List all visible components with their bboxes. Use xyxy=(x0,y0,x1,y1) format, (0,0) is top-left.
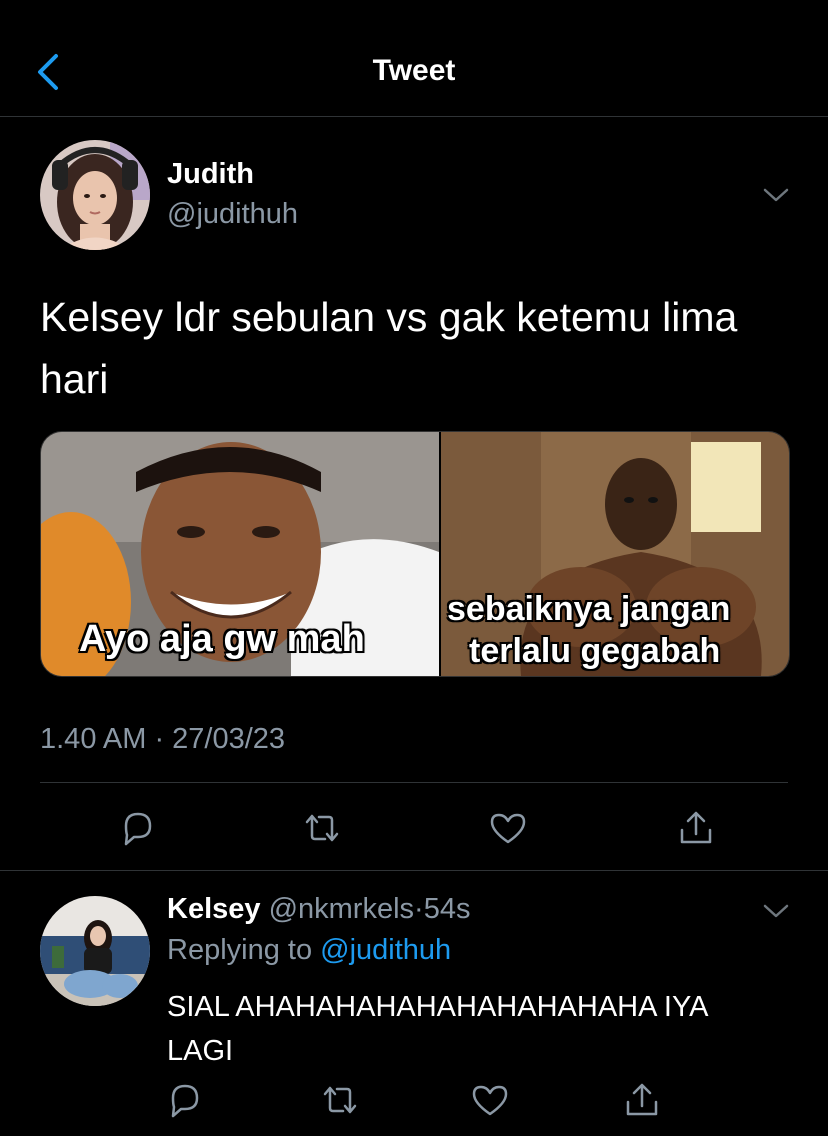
reply-author-handle[interactable]: @nkmrkels xyxy=(269,893,414,925)
retweet-icon xyxy=(305,814,339,842)
replying-to-line: Replying to @judithuh xyxy=(167,934,451,967)
reply-separator: · xyxy=(414,893,424,925)
chevron-down-icon xyxy=(763,904,789,918)
reply-retweet-button[interactable] xyxy=(318,1078,362,1122)
like-icon xyxy=(490,813,526,844)
meme-left-image: Ayo aja gw mah xyxy=(41,432,439,676)
reply-share-button[interactable] xyxy=(620,1078,664,1122)
avatar-kelsey[interactable] xyxy=(40,896,150,1006)
divider xyxy=(40,782,788,783)
meme-right-image: sebaiknya jangan terlalu gegabah xyxy=(441,432,789,676)
author-name[interactable]: Judith xyxy=(167,158,254,191)
replying-to-label: Replying to xyxy=(167,934,313,966)
top-bar: Tweet xyxy=(0,0,828,117)
reply-like-button[interactable] xyxy=(468,1078,512,1122)
reply-text: SIAL AHAHAHAHAHAHAHAHAHAHA IYA LAGI xyxy=(167,991,707,1067)
reply-reply-button[interactable] xyxy=(163,1078,207,1122)
reply-icon xyxy=(171,1084,199,1118)
retweet-button[interactable] xyxy=(300,806,344,850)
tweet-text: Kelsey ldr sebulan vs gak ketemu lima ha… xyxy=(40,294,738,402)
tweet-timestamp: 1.40 AM · 27/03/23 xyxy=(40,723,286,755)
chevron-down-icon xyxy=(763,188,789,202)
author-handle[interactable]: @judithuh xyxy=(167,198,298,231)
retweet-icon xyxy=(323,1086,357,1114)
meme-left-caption: Ayo aja gw mah xyxy=(78,617,366,661)
reply-time: 54s xyxy=(423,893,471,925)
replying-to-handle[interactable]: @judithuh xyxy=(320,934,451,966)
meme-right-caption-line2: terlalu gegabah xyxy=(468,631,721,671)
tweet-options-button[interactable] xyxy=(762,186,790,204)
meme-right-caption-line1: sebaiknya jangan xyxy=(446,589,731,629)
divider xyxy=(0,870,828,871)
reply-author-name[interactable]: Kelsey xyxy=(167,893,261,925)
reply-icon xyxy=(124,812,152,846)
share-icon xyxy=(626,1083,658,1116)
reply-options-button[interactable] xyxy=(762,902,790,920)
like-icon xyxy=(472,1085,508,1116)
like-button[interactable] xyxy=(486,806,530,850)
share-icon xyxy=(680,811,712,844)
avatar-judith[interactable] xyxy=(40,140,150,250)
tweet-media[interactable]: Ayo aja gw mah sebaiknya jangan terlalu … xyxy=(40,431,790,677)
reply-author-line: Kelsey @nkmrkels·54s xyxy=(167,893,470,926)
page-title: Tweet xyxy=(372,54,456,87)
share-button[interactable] xyxy=(674,806,718,850)
reply-button[interactable] xyxy=(116,806,160,850)
